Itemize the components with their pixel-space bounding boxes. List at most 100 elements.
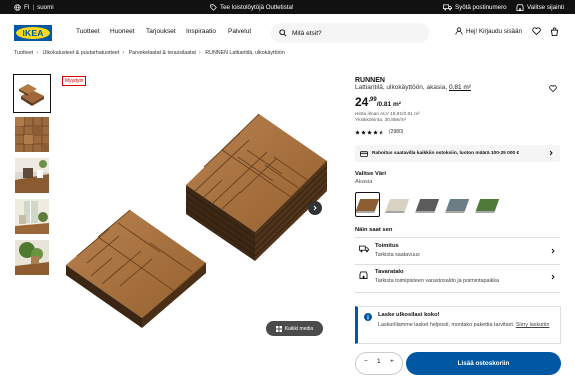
globe-icon: [14, 3, 21, 11]
store-title: Tavaratalo: [375, 269, 404, 275]
next-image-button[interactable]: [308, 201, 322, 215]
thumbnail-image: [15, 117, 49, 152]
breadcrumb-item[interactable]: Ulkokalusteet & puutarhatuotteet: [43, 50, 120, 56]
promo-link[interactable]: Tee loistolöytöjä Outletista!: [210, 0, 294, 14]
breadcrumb-item[interactable]: Parvekelaatat & terassilaatat: [129, 50, 196, 56]
decrease-quantity-button[interactable]: −: [364, 358, 368, 365]
favourites-button[interactable]: [532, 27, 541, 35]
delivery-section-title: Näin saat sen: [355, 227, 393, 233]
info-title: Laske ulkosilasi koko!: [378, 312, 440, 318]
nav-products[interactable]: Tuotteet: [76, 28, 100, 35]
add-to-cart-label: Lisää ostoskoriin: [457, 360, 510, 367]
postal-code-label: Syötä postinumero: [455, 3, 507, 11]
grid-icon: [275, 325, 282, 332]
search-placeholder: Mitä etsit?: [292, 29, 322, 37]
top-bar: FI | suomi Tee loistolöytöjä Outletista!…: [0, 0, 575, 14]
color-label: Valitse Väri: [355, 171, 386, 177]
color-swatch[interactable]: [385, 192, 410, 217]
calculator-info-box: Laske ulkosilasi koko! Laskurillamme las…: [355, 306, 561, 344]
color-value: Akasia: [355, 179, 373, 185]
add-to-cart-button[interactable]: Lisää ostoskoriin: [406, 352, 561, 375]
thumbnail-4[interactable]: [15, 199, 49, 234]
postal-code-button[interactable]: Syötä postinumero: [443, 0, 507, 14]
site-header: IKEA Tuotteet Huoneet Tarjoukset Inspira…: [0, 14, 575, 50]
thumbnail-2[interactable]: [15, 117, 49, 152]
info-icon: [364, 313, 372, 321]
ikea-logo[interactable]: IKEA: [14, 25, 52, 41]
divider: [355, 237, 560, 238]
nav-services[interactable]: Palvelut: [228, 28, 251, 35]
thumbnail-image: [15, 240, 49, 275]
color-swatch[interactable]: [475, 192, 500, 217]
calculator-link[interactable]: Siirry laskuriin: [516, 322, 550, 328]
quantity-stepper: − 1 +: [355, 352, 403, 375]
swatch-tile: [415, 198, 440, 211]
quantity-value[interactable]: 1: [377, 358, 381, 365]
rating-count: (2980): [389, 129, 404, 135]
credit-card-icon: [360, 150, 368, 157]
all-media-button[interactable]: Kaikki media: [266, 321, 323, 336]
nav-inspiration[interactable]: Inspiraatio: [186, 28, 216, 35]
language-selector[interactable]: FI | suomi: [14, 0, 54, 14]
store-select-button[interactable]: Valitse sijainti: [516, 0, 564, 14]
thumbnail-5[interactable]: [15, 240, 49, 275]
truck-icon: [443, 4, 452, 10]
breadcrumb-separator: ›: [36, 50, 39, 56]
store-option[interactable]: Tavaratalo Tarkista toimipisteen varasto…: [355, 266, 560, 291]
store-subtitle: Tarkista toimipisteen varastosaldo ja po…: [375, 278, 500, 284]
increase-quantity-button[interactable]: +: [390, 358, 394, 365]
star-icon: [355, 129, 360, 134]
login-link[interactable]: Hej! Kirjaudu sisään: [455, 27, 522, 35]
star-icon: [373, 129, 378, 134]
chevron-right-icon: [551, 248, 555, 254]
add-to-favourites-button[interactable]: [549, 79, 557, 97]
thumbnail-image: [15, 76, 49, 111]
thumbnail-1[interactable]: [13, 74, 51, 113]
promo-text: Tee loistolöytöjä Outletista!: [220, 3, 294, 11]
all-media-label: Kaikki media: [284, 325, 314, 332]
breadcrumb-item[interactable]: Tuotteet: [14, 50, 33, 56]
shopping-bag-icon: [550, 27, 559, 36]
color-swatch[interactable]: [415, 192, 440, 217]
unit-price: Yksikköhinta: 30,85€/m²: [355, 118, 407, 123]
nav-rooms[interactable]: Huoneet: [110, 28, 135, 35]
delivery-option[interactable]: Toimitus Tarkista saatavuus: [355, 240, 560, 265]
chevron-right-icon: [549, 150, 553, 156]
truck-icon: [359, 245, 369, 253]
store-icon: [359, 271, 368, 279]
divider: [355, 292, 560, 293]
nav-offers[interactable]: Tarjoukset: [146, 28, 176, 35]
product-description-text: Lattiaritilä, ulkokäyttöön, akasia,: [355, 84, 448, 91]
color-swatch[interactable]: [355, 192, 380, 217]
price-decimals: ,99: [368, 97, 377, 103]
bestseller-badge: Myydyin: [62, 76, 87, 86]
heart-icon: [549, 85, 557, 93]
swatch-tile: [445, 198, 470, 211]
financing-banner[interactable]: Rahoitus saatavilla kaikkiin ostoksiin, …: [355, 145, 560, 162]
swatch-tile: [385, 198, 410, 211]
price-integer: 24: [355, 95, 369, 109]
product-description: Lattiaritilä, ulkokäyttöön, akasia, 0.81…: [355, 84, 471, 91]
store-icon: [516, 3, 524, 11]
swatch-tile: [475, 198, 500, 211]
product-name: RUNNEN: [355, 77, 385, 84]
rating[interactable]: (2980): [355, 129, 403, 135]
swatch-tile: [355, 198, 380, 211]
search-icon: [279, 29, 287, 37]
store-select-label: Valitse sijainti: [527, 3, 565, 11]
product-image[interactable]: [52, 95, 342, 340]
breadcrumb-separator: ›: [199, 50, 201, 56]
thumbnail-3[interactable]: [15, 158, 49, 193]
user-icon: [455, 27, 463, 35]
rating-stars: [355, 129, 384, 135]
search-input[interactable]: Mitä etsit?: [271, 23, 429, 43]
breadcrumb-current: RUNNEN Lattiaritilä, ulkokäyttöön: [205, 50, 285, 56]
color-swatch[interactable]: [445, 192, 470, 217]
product-size-link[interactable]: 0.81 m²: [449, 84, 471, 91]
cart-button[interactable]: [550, 27, 559, 36]
star-icon: [379, 129, 384, 134]
language-short: FI: [24, 3, 30, 11]
thumbnail-image: [15, 158, 49, 193]
delivery-subtitle: Tarkista saatavuus: [375, 252, 420, 258]
info-body: Laskurillamme lasket helposti, montako p…: [378, 322, 515, 328]
